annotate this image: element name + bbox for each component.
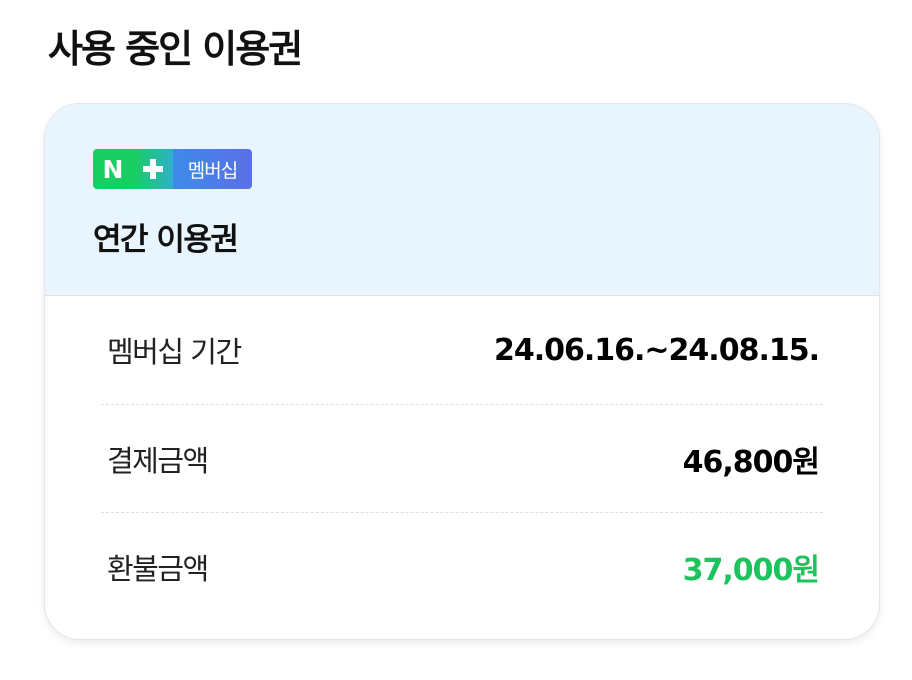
payment-amount-label: 결제금액	[107, 443, 209, 478]
plan-name: 연간 이용권	[93, 222, 239, 258]
naver-plus-membership-badge: N 멤버십	[93, 149, 252, 189]
membership-badge-label: 멤버십	[173, 149, 252, 189]
refund-amount-label: 환불금액	[107, 551, 209, 586]
payment-amount-value: 46,800원	[682, 444, 820, 480]
membership-period-row: 멤버십 기간 24.06.16.~24.08.15.	[101, 296, 823, 404]
membership-period-label: 멤버십 기간	[107, 335, 242, 369]
naver-n-logo: N	[93, 149, 133, 189]
refund-amount-value: 37,000원	[682, 552, 820, 588]
plus-icon	[133, 149, 173, 189]
page-title: 사용 중인 이용권	[48, 27, 303, 71]
membership-card: N 멤버십 연간 이용권 멤버십 기간 24.06.16.~24.08.15. …	[44, 103, 880, 640]
card-header: N 멤버십 연간 이용권	[45, 104, 879, 296]
refund-amount-row: 환불금액 37,000원	[101, 512, 823, 620]
membership-details: 멤버십 기간 24.06.16.~24.08.15. 결제금액 46,800원 …	[101, 296, 823, 620]
payment-amount-row: 결제금액 46,800원	[101, 404, 823, 512]
membership-period-value: 24.06.16.~24.08.15.	[493, 332, 820, 368]
